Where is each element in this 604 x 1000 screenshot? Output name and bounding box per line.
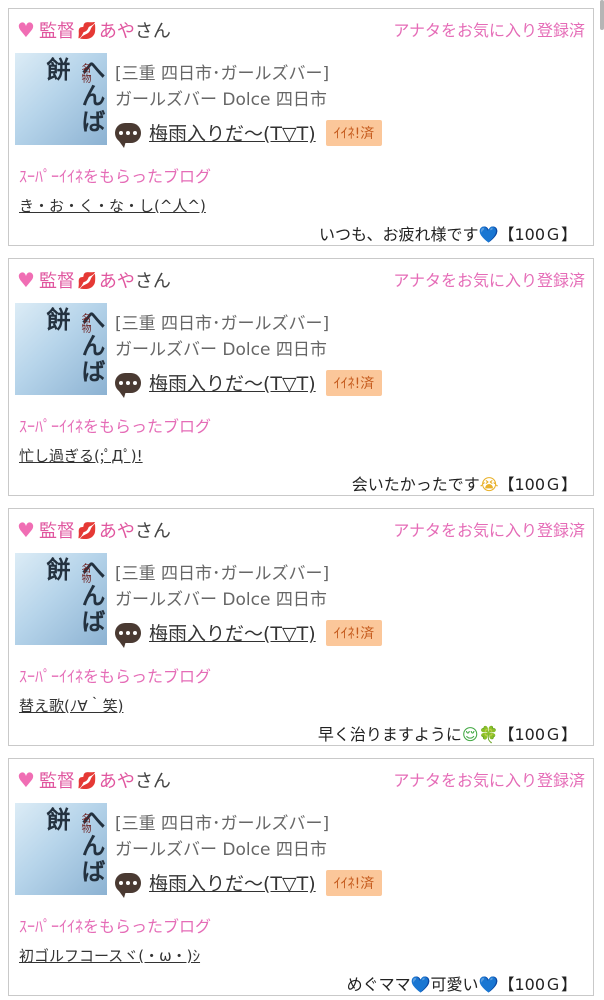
super-iine-label: ｽｰﾊﾟｰｲｲﾈをもらったブログ [19, 917, 212, 936]
shop-area: [三重 四日市･ガールズバー] [115, 564, 330, 584]
blog-row: 梅雨入りだ〜(T▽T) ｲｲﾈ!済 [115, 619, 383, 648]
user-suffix: さん [134, 21, 171, 42]
thumbnail-text: へんば餅 [42, 557, 106, 635]
shop-name: ガールズバー Dolce 四日市 [115, 340, 327, 360]
user-suffix: さん [134, 271, 171, 292]
thumbnail-subtext: 名物 [79, 813, 90, 833]
thumbnail-text: へんば餅 [42, 807, 106, 885]
shop-name: ガールズバー Dolce 四日市 [115, 840, 327, 860]
user-name: あや [98, 21, 135, 42]
shop-thumbnail[interactable]: へんば餅 名物 [15, 803, 107, 895]
user-name: あや [98, 271, 135, 292]
shop-thumbnail[interactable]: へんば餅 名物 [15, 303, 107, 395]
user-suffix: さん [134, 771, 171, 792]
speech-bubble-icon [115, 872, 141, 898]
user-row[interactable]: ♥ 監督 💋 あや さん [17, 267, 171, 293]
gift-card: ♥ 監督 💋 あや さん アナタをお気に入り登録済 へんば餅 名物 [三重 四日… [8, 758, 594, 996]
thumbnail-text: へんば餅 [42, 307, 106, 385]
user-row[interactable]: ♥ 監督 💋 あや さん [17, 17, 171, 43]
super-iine-blog-link[interactable]: き・お・く・な・し(^人^) [19, 195, 206, 216]
gift-amount: 【100Ｇ】 [498, 975, 577, 994]
shop-area: [三重 四日市･ガールズバー] [115, 814, 330, 834]
user-name: あや [98, 771, 135, 792]
gift-message: いつも、お疲れ様です💙【100Ｇ】 [319, 221, 577, 245]
message-text: いつも、お疲れ様です [319, 225, 479, 244]
super-iine-blog-link[interactable]: 忙し過ぎる(;ﾟДﾟ)! [19, 445, 143, 466]
gift-message: 早く治りますように😌🍀【100Ｇ】 [318, 721, 577, 745]
blue-heart-icon: 💙 [478, 975, 499, 994]
shop-name: ガールズバー Dolce 四日市 [115, 590, 327, 610]
user-row[interactable]: ♥ 監督 💋 あや さん [17, 517, 171, 543]
super-iine-label: ｽｰﾊﾟｰｲｲﾈをもらったブログ [19, 417, 212, 436]
blog-title-link[interactable]: 梅雨入りだ〜(T▽T) [149, 119, 316, 146]
shop-thumbnail[interactable]: へんば餅 名物 [15, 53, 107, 145]
thumbnail-subtext: 名物 [79, 313, 90, 333]
lips-icon: 💋 [76, 20, 97, 40]
iine-done-badge: ｲｲﾈ!済 [325, 619, 383, 646]
user-name: あや [98, 521, 135, 542]
user-title: 監督 [38, 771, 75, 792]
iine-done-badge: ｲｲﾈ!済 [325, 369, 383, 396]
relieved-clover-icon: 😌🍀 [461, 725, 499, 744]
speech-bubble-icon [115, 622, 141, 648]
lips-icon: 💋 [76, 520, 97, 540]
crying-face-icon: 😭 [479, 475, 499, 494]
thumbnail-subtext: 名物 [79, 563, 90, 583]
favorite-status-link[interactable]: アナタをお気に入り登録済 [393, 17, 585, 41]
blog-row: 梅雨入りだ〜(T▽T) ｲｲﾈ!済 [115, 869, 383, 898]
thumbnail-subtext: 名物 [79, 63, 90, 83]
favorite-status-link[interactable]: アナタをお気に入り登録済 [393, 767, 585, 791]
shop-area: [三重 四日市･ガールズバー] [115, 64, 330, 84]
gift-amount: 【100Ｇ】 [498, 475, 577, 494]
heart-icon: ♥ [17, 768, 35, 792]
user-title: 監督 [38, 521, 75, 542]
scrollbar[interactable] [600, 0, 604, 30]
gift-card: ♥ 監督 💋 あや さん アナタをお気に入り登録済 へんば餅 名物 [三重 四日… [8, 8, 594, 246]
super-iine-blog-link[interactable]: 替え歌(ﾉ∀｀笑) [19, 695, 123, 716]
user-title: 監督 [38, 271, 75, 292]
shop-area: [三重 四日市･ガールズバー] [115, 314, 330, 334]
favorite-status-link[interactable]: アナタをお気に入り登録済 [393, 517, 585, 541]
blog-row: 梅雨入りだ〜(T▽T) ｲｲﾈ!済 [115, 369, 383, 398]
heart-icon: ♥ [17, 518, 35, 542]
gift-card: ♥ 監督 💋 あや さん アナタをお気に入り登録済 へんば餅 名物 [三重 四日… [8, 258, 594, 496]
favorite-status-link[interactable]: アナタをお気に入り登録済 [393, 267, 585, 291]
user-row[interactable]: ♥ 監督 💋 あや さん [17, 767, 171, 793]
blog-row: 梅雨入りだ〜(T▽T) ｲｲﾈ!済 [115, 119, 383, 148]
heart-icon: ♥ [17, 18, 35, 42]
gift-message: 会いたかったです😭【100Ｇ】 [352, 471, 577, 495]
user-suffix: さん [134, 521, 171, 542]
message-text: 会いたかったです [351, 475, 480, 494]
lips-icon: 💋 [76, 270, 97, 290]
shop-thumbnail[interactable]: へんば餅 名物 [15, 553, 107, 645]
gift-amount: 【100Ｇ】 [498, 225, 577, 244]
iine-done-badge: ｲｲﾈ!済 [325, 869, 383, 896]
super-iine-label: ｽｰﾊﾟｰｲｲﾈをもらったブログ [19, 667, 212, 686]
message-text: めぐママ💙可愛い [346, 975, 479, 994]
gift-message: めぐママ💙可愛い💙【100Ｇ】 [347, 971, 577, 995]
blog-title-link[interactable]: 梅雨入りだ〜(T▽T) [149, 619, 316, 646]
blue-heart-icon: 💙 [478, 225, 499, 244]
speech-bubble-icon [115, 372, 141, 398]
super-iine-label: ｽｰﾊﾟｰｲｲﾈをもらったブログ [19, 167, 212, 186]
heart-icon: ♥ [17, 268, 35, 292]
lips-icon: 💋 [76, 770, 97, 790]
thumbnail-text: へんば餅 [42, 57, 106, 135]
gift-card: ♥ 監督 💋 あや さん アナタをお気に入り登録済 へんば餅 名物 [三重 四日… [8, 508, 594, 746]
super-iine-blog-link[interactable]: 初ゴルフコースヾ(・ω・)ｼ [19, 945, 200, 966]
blog-title-link[interactable]: 梅雨入りだ〜(T▽T) [149, 869, 316, 896]
message-text: 早く治りますように [317, 725, 462, 744]
shop-name: ガールズバー Dolce 四日市 [115, 90, 327, 110]
blog-title-link[interactable]: 梅雨入りだ〜(T▽T) [149, 369, 316, 396]
iine-done-badge: ｲｲﾈ!済 [325, 119, 383, 146]
speech-bubble-icon [115, 122, 141, 148]
gift-amount: 【100Ｇ】 [498, 725, 577, 744]
user-title: 監督 [38, 21, 75, 42]
